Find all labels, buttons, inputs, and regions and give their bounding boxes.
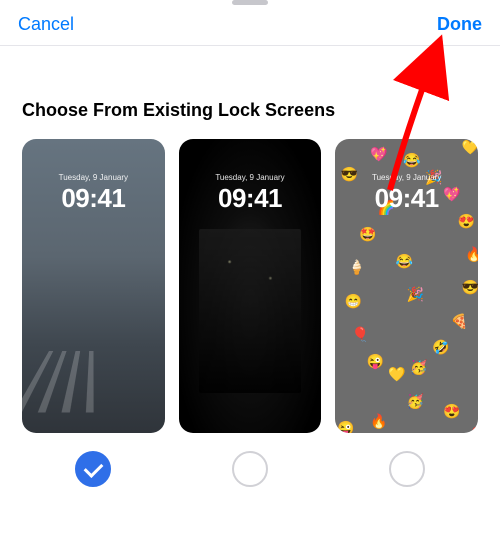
- cancel-button[interactable]: Cancel: [18, 14, 74, 35]
- navigation-bar: Cancel Done: [0, 0, 500, 46]
- lock-screen-option-1[interactable]: Tuesday, 9 January 09:41: [22, 139, 165, 433]
- lock-screen-option-3[interactable]: 😂🎉 💖😍 🔥😎 🍕🤣 🥳💛 😜🎈 😁🍦 🤩🌈 😂🎉 💖😍 🔥😎 🥳💛 😜🎈 T…: [335, 139, 478, 433]
- select-radio-3[interactable]: [389, 451, 425, 487]
- select-radio-2[interactable]: [232, 451, 268, 487]
- section-title: Choose From Existing Lock Screens: [0, 46, 500, 139]
- select-radio-1[interactable]: [75, 451, 111, 487]
- lock-screen-time: 09:41: [335, 183, 478, 214]
- lock-screen-date: Tuesday, 9 January: [179, 173, 322, 182]
- lock-screen-date: Tuesday, 9 January: [335, 173, 478, 182]
- lock-screens-list: Tuesday, 9 January 09:41 Tuesday, 9 Janu…: [0, 139, 500, 433]
- lock-screen-option-2[interactable]: Tuesday, 9 January 09:41: [179, 139, 322, 433]
- done-button[interactable]: Done: [437, 14, 482, 35]
- sheet-grabber-icon[interactable]: [232, 0, 268, 5]
- lock-screen-date: Tuesday, 9 January: [22, 173, 165, 182]
- lock-screen-time: 09:41: [22, 183, 165, 214]
- lock-screen-time: 09:41: [179, 183, 322, 214]
- selection-row: [0, 433, 500, 487]
